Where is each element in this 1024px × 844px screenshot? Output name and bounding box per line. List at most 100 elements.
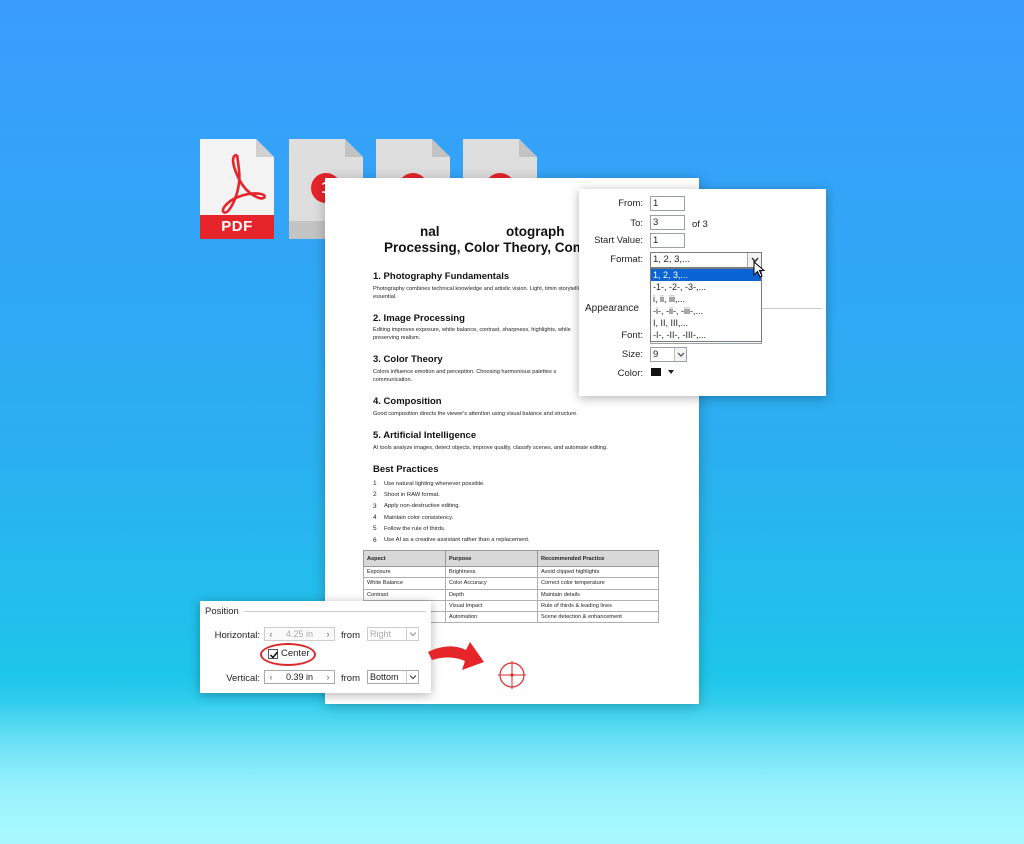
- list-item: 6 Use AI as a creative assistant rather t…: [373, 534, 530, 545]
- format-option[interactable]: -i-, -ii-, -iii-,...: [651, 305, 761, 317]
- table-row: Contrast Depth Maintain details: [363, 588, 659, 601]
- list-item: 3 Apply non-destructive editing.: [373, 501, 530, 512]
- horizontal-value: 4.25 in: [285, 629, 314, 639]
- font-label: Font:: [621, 330, 643, 341]
- table-cell: Maintain details: [537, 588, 659, 601]
- table-cell: Automation: [445, 611, 538, 624]
- start-value-input[interactable]: 1: [650, 233, 685, 248]
- format-option[interactable]: -I-, -II-, -III-,...: [651, 329, 761, 341]
- format-option[interactable]: i, ii, iii,...: [651, 293, 761, 305]
- section-text: Photography combines technical knowledge…: [373, 286, 595, 300]
- from-input[interactable]: 1: [650, 196, 685, 211]
- table-row: White Balance Color Accuracy Correct color…: [363, 577, 659, 590]
- list-text: Shoot in RAW format.: [384, 491, 440, 498]
- table-cell: Scene detection & enhancement: [537, 611, 659, 624]
- vertical-label: Vertical:: [226, 673, 260, 684]
- to-input[interactable]: 3: [650, 215, 685, 230]
- list-item: 2 Shoot in RAW format.: [373, 489, 530, 500]
- position-panel: Position Horizontal: ‹ 4.25 in › from Ri…: [200, 601, 431, 693]
- mouse-cursor-icon: [753, 261, 766, 278]
- title-fragment: nal: [420, 224, 440, 239]
- chevron-down-icon[interactable]: [674, 348, 686, 361]
- horizontal-from-value: Right: [370, 629, 392, 639]
- chevron-left-icon[interactable]: ‹: [265, 628, 277, 640]
- table-cell: Correct color temperature: [537, 577, 659, 590]
- chevron-right-icon[interactable]: ›: [322, 671, 334, 683]
- format-option[interactable]: 1, 2, 3,...: [651, 269, 761, 281]
- chevron-right-icon[interactable]: ›: [322, 628, 334, 640]
- appearance-section-title: Appearance: [585, 303, 639, 314]
- table-cell: Avoid clipped highlights: [537, 565, 659, 579]
- chevron-left-icon[interactable]: ‹: [265, 671, 277, 683]
- position-section-title: Position: [205, 606, 239, 617]
- table-header: Aspect: [363, 550, 446, 567]
- color-swatch[interactable]: [651, 368, 661, 376]
- divider: [762, 308, 822, 309]
- horizontal-label: Horizontal:: [214, 630, 260, 641]
- format-select-value: 1, 2, 3,...: [653, 254, 690, 265]
- list-number: 1: [373, 480, 377, 488]
- section-title: 1. Photography Fundamentals: [373, 271, 510, 282]
- title-fragment: otograph: [506, 224, 565, 239]
- divider: [244, 611, 426, 612]
- page-numbering-panel: From: 1 To: 3 of 3 Start Value: 1 Format…: [579, 189, 826, 396]
- curved-arrow-icon: [428, 642, 484, 670]
- format-select[interactable]: 1, 2, 3,...: [650, 252, 762, 268]
- horizontal-stepper[interactable]: ‹ 4.25 in ›: [264, 627, 335, 641]
- horizontal-from-select[interactable]: Right: [367, 627, 419, 641]
- list-number: 6: [373, 536, 377, 544]
- size-label: Size:: [621, 349, 643, 360]
- table-header-row: Aspect Purpose Recommended Practice: [363, 550, 659, 567]
- table-header: Recommended Practice: [537, 550, 659, 567]
- table-cell: Color Accuracy: [445, 577, 538, 590]
- from-label: From:: [618, 198, 643, 209]
- size-select[interactable]: 9: [650, 347, 687, 362]
- caret-down-icon[interactable]: [668, 370, 674, 374]
- chevron-down-icon[interactable]: [406, 671, 418, 683]
- section-title: 3. Color Theory: [373, 354, 443, 365]
- list-number: 3: [373, 502, 377, 510]
- vertical-from-label: from: [341, 673, 360, 684]
- list-text: Use natural lighting whenever possible.: [384, 480, 485, 487]
- vertical-stepper[interactable]: ‹ 0.39 in ›: [264, 670, 335, 684]
- vertical-from-select[interactable]: Bottom: [367, 670, 419, 684]
- table-cell: Exposure: [363, 565, 446, 579]
- table-row: Exposure Brightness Avoid clipped highligh…: [363, 565, 659, 579]
- best-practices-list: 1 Use natural lighting whenever possible.…: [373, 478, 530, 546]
- table-cell: Rule of thirds & leading lines: [537, 599, 659, 613]
- table-cell: Visual Impact: [445, 599, 538, 613]
- section-title: 5. Artificial Intelligence: [373, 430, 477, 441]
- list-number: 4: [373, 514, 377, 522]
- list-text: Apply non-destructive editing.: [384, 503, 461, 510]
- page-count-text: of 3: [692, 219, 708, 230]
- chevron-down-icon[interactable]: [406, 628, 418, 640]
- highlight-ring: [260, 643, 316, 666]
- background-glow: [0, 700, 1024, 844]
- list-number: 2: [373, 491, 377, 499]
- list-text: Maintain color consistency.: [384, 514, 454, 521]
- table-cell: Contrast: [363, 588, 446, 601]
- section-title: 4. Composition: [373, 396, 442, 407]
- vertical-from-value: Bottom: [370, 672, 399, 682]
- list-text: Follow the rule of thirds.: [384, 525, 446, 532]
- list-item: 1 Use natural lighting whenever possible.: [373, 478, 530, 489]
- vertical-value: 0.39 in: [285, 672, 314, 682]
- section-text: Editing improves exposure, white balance…: [373, 327, 571, 341]
- size-value: 9: [653, 349, 659, 360]
- crosshair-icon: [498, 661, 526, 689]
- best-practices-title: Best Practices: [373, 464, 439, 475]
- horizontal-from-label: from: [341, 630, 360, 641]
- format-option[interactable]: -1-, -2-, -3-,...: [651, 281, 761, 293]
- format-dropdown-list: 1, 2, 3,... -1-, -2-, -3-,... i, ii, iii…: [650, 268, 762, 342]
- table-cell: Brightness: [445, 565, 538, 579]
- table-cell: White Balance: [363, 577, 446, 590]
- table-header: Purpose: [445, 550, 538, 567]
- to-label: To:: [630, 218, 643, 229]
- format-option[interactable]: I, II, III,...: [651, 317, 761, 329]
- list-item: 4 Maintain color consistency.: [373, 512, 530, 523]
- list-number: 5: [373, 525, 377, 533]
- start-value-label: Start Value:: [594, 235, 643, 246]
- list-text: Use AI as a creative assistant rather th…: [384, 537, 530, 544]
- table-cell: Depth: [445, 588, 538, 601]
- pdf-label: PDF: [200, 215, 274, 239]
